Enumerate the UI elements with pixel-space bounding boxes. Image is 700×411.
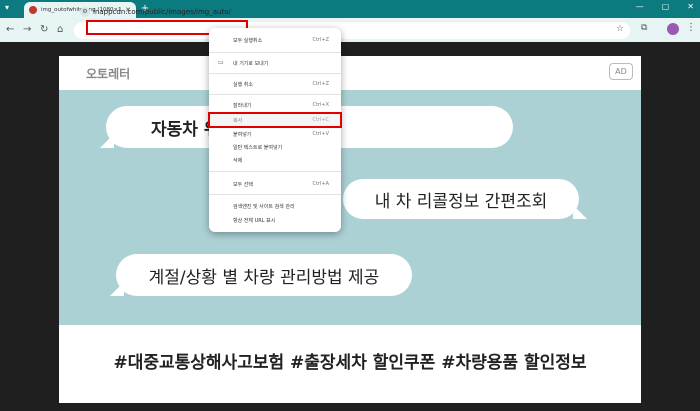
device-icon: ▭ xyxy=(218,59,224,66)
menu-item-label: 실행 취소 xyxy=(233,82,253,88)
menu-item-shortcut: Ctrl+Z xyxy=(312,81,329,87)
minimize-button[interactable]: — xyxy=(636,2,644,11)
menu-item-select-all[interactable]: 모두 선택 Ctrl+A xyxy=(209,179,341,189)
menu-item-send-to-device[interactable]: ▭ 내 기기로 보내기 xyxy=(209,58,341,68)
menu-item-shortcut: Ctrl+V xyxy=(312,131,329,137)
ad-badge: AD xyxy=(609,63,633,80)
back-icon[interactable]: ← xyxy=(6,24,14,35)
url-text[interactable]: inappcdn.com/public/images/img_auto/ xyxy=(93,8,231,16)
menu-separator xyxy=(209,171,341,172)
speech-bubble-2: 내 차 리콜정보 간편조회 xyxy=(343,179,579,219)
menu-item-manage-search[interactable]: 검색엔진 및 사이트 검색 관리 xyxy=(209,201,341,211)
menu-separator xyxy=(209,73,341,74)
tab-search-icon[interactable]: ▾ xyxy=(5,3,17,15)
menu-item-label: 검색엔진 및 사이트 검색 관리 xyxy=(233,204,295,210)
menu-item-label: 항상 전체 URL 표시 xyxy=(233,218,276,224)
menu-item-paste-plain[interactable]: 일반 텍스트로 붙여넣기 xyxy=(209,142,341,152)
speech-bubble-3: 계절/상황 별 차량 관리방법 제공 xyxy=(116,254,412,296)
maximize-button[interactable]: ▢ xyxy=(662,2,670,11)
menu-item-show-full-url[interactable]: 항상 전체 URL 표시 xyxy=(209,215,341,225)
brand-logo: 오토레터 xyxy=(86,67,131,81)
home-icon[interactable]: ⌂ xyxy=(57,24,63,35)
site-info-icon[interactable]: ⚙ xyxy=(80,7,90,17)
menu-item-shortcut: Ctrl+Z xyxy=(312,37,329,43)
menu-item-cut[interactable]: 잘라내기 Ctrl+X xyxy=(209,100,341,110)
menu-item-label: 붙여넣기 xyxy=(233,132,252,138)
menu-separator xyxy=(209,52,341,53)
favicon-icon xyxy=(29,6,37,14)
bookmark-star-icon[interactable]: ☆ xyxy=(616,24,624,34)
extensions-icon[interactable]: ⧉ xyxy=(641,23,647,33)
menu-item-undo[interactable]: 실행 취소 Ctrl+Z xyxy=(209,79,341,89)
menu-item-label: 일반 텍스트로 붙여넣기 xyxy=(233,145,283,151)
profile-avatar[interactable] xyxy=(667,23,679,35)
menu-item-shortcut: Ctrl+X xyxy=(312,102,329,108)
menu-separator xyxy=(209,194,341,195)
menu-item-shortcut: Ctrl+A xyxy=(312,181,329,187)
bubble-3-text: 계절/상황 별 차량 관리방법 제공 xyxy=(148,267,380,288)
hashtag-line: #대중교통상해사고보험 #출장세차 할인쿠폰 #차량용품 할인정보 xyxy=(113,353,587,373)
menu-item-paste[interactable]: 붙여넣기 Ctrl+V xyxy=(209,129,341,139)
page-image: 오토레터 AD 자동차 위한 스페셜 혜택! 내 차 리콜정보 간편조회 계절/… xyxy=(59,56,641,403)
context-menu: 모두 실행취소 Ctrl+Z ▭ 내 기기로 보내기 실행 취소 Ctrl+Z … xyxy=(209,28,341,232)
copy-highlight-box xyxy=(208,112,342,128)
promo-banner: 자동차 위한 스페셜 혜택! 내 차 리콜정보 간편조회 계절/상황 별 차량 … xyxy=(59,90,641,325)
menu-item-label: 모두 실행취소 xyxy=(233,38,263,44)
menu-item-label: 삭제 xyxy=(233,158,243,164)
bubble-2-text: 내 차 리콜정보 간편조회 xyxy=(374,191,548,212)
menu-item-label: 모두 선택 xyxy=(233,182,253,188)
menu-separator xyxy=(209,94,341,95)
close-window-button[interactable]: ✕ xyxy=(687,2,694,11)
reload-icon[interactable]: ↻ xyxy=(40,24,48,35)
chrome-menu-icon[interactable]: ⋮ xyxy=(686,22,696,33)
window-controls: — ▢ ✕ xyxy=(636,2,694,11)
menu-item-label: 내 기기로 보내기 xyxy=(233,61,269,67)
menu-item-undo-all[interactable]: 모두 실행취소 Ctrl+Z xyxy=(209,35,341,45)
forward-icon[interactable]: → xyxy=(23,24,31,35)
menu-item-delete[interactable]: 삭제 xyxy=(209,155,341,165)
menu-item-label: 잘라내기 xyxy=(233,103,252,109)
